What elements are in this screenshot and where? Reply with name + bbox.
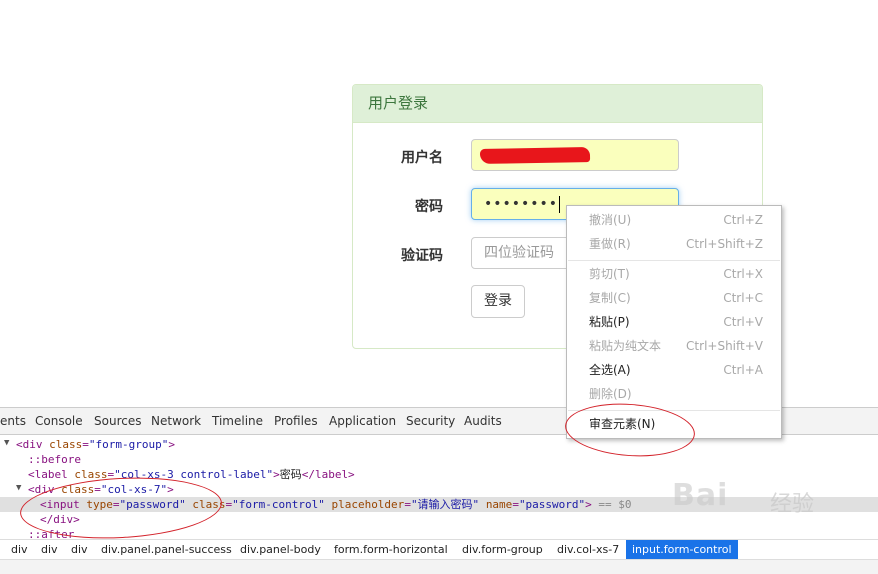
menu-item-shortcut: Ctrl+Z <box>723 213 763 227</box>
tab-console[interactable]: Console <box>35 408 83 435</box>
breadcrumb-item[interactable]: div <box>71 540 88 559</box>
pseudo-text: ::before <box>28 453 81 466</box>
menu-item-select-all[interactable]: 全选(A) Ctrl+A <box>567 358 781 382</box>
breadcrumb-item[interactable]: div.panel-body <box>240 540 321 559</box>
tag-text: <div <box>16 438 43 451</box>
menu-item-label: 重做(R) <box>589 237 631 251</box>
menu-separator <box>568 260 780 261</box>
tab-network[interactable]: Network <box>151 408 201 435</box>
username-label: 用户名 <box>401 150 443 166</box>
breadcrumb-item[interactable]: div.col-xs-7 <box>557 540 619 559</box>
attr-text: class <box>49 438 83 451</box>
breadcrumb-item[interactable]: div <box>41 540 58 559</box>
menu-item-shortcut: Ctrl+X <box>723 267 763 281</box>
dom-line-form-group[interactable]: <div class="form-group"> <box>0 437 878 452</box>
menu-item-shortcut: Ctrl+Shift+Z <box>686 237 763 251</box>
text-caret <box>559 195 561 213</box>
menu-item-label: 粘贴为纯文本 <box>589 339 662 353</box>
tag-text: </label> <box>301 468 355 481</box>
context-menu: 撤消(U) Ctrl+Z 重做(R) Ctrl+Shift+Z 剪切(T) Ctrl+… <box>566 205 782 439</box>
baidu-watermark-logo: Bai <box>672 478 729 513</box>
value-text: "form-group" <box>88 438 169 451</box>
breadcrumb: div div div div.panel.panel-success div.… <box>0 539 878 560</box>
selected-node-marker: == $0 <box>598 498 632 511</box>
tab-application[interactable]: Application <box>329 408 396 435</box>
menu-item-undo[interactable]: 撤消(U) Ctrl+Z <box>567 208 781 232</box>
dom-line-before[interactable]: ::before <box>0 452 878 467</box>
tab-audits[interactable]: Audits <box>464 408 502 435</box>
menu-item-paste[interactable]: 粘贴(P) Ctrl+V <box>567 310 781 334</box>
value-text: "password" <box>518 498 586 511</box>
tab-elements[interactable]: ents <box>0 408 26 435</box>
menu-item-shortcut: Ctrl+Shift+V <box>686 339 763 353</box>
menu-item-copy[interactable]: 复制(C) Ctrl+C <box>567 286 781 310</box>
baidu-watermark-text: 经验 <box>770 492 815 517</box>
panel-title: 用户登录 <box>353 85 762 123</box>
breadcrumb-item[interactable]: form.form-horizontal <box>334 540 448 559</box>
value-text: "form-control" <box>232 498 325 511</box>
tab-profiles[interactable]: Profiles <box>274 408 318 435</box>
value-text: "请输入密码" <box>410 498 480 511</box>
password-value: •••••••• <box>484 196 559 212</box>
login-button[interactable]: 登录 <box>471 285 525 318</box>
breadcrumb-item[interactable]: div.panel.panel-success <box>101 540 232 559</box>
label-text: 密码 <box>279 468 302 481</box>
menu-item-label: 剪切(T) <box>589 267 630 281</box>
password-label: 密码 <box>415 199 443 215</box>
attr-text: placeholder <box>331 498 405 511</box>
devtools-bottom-bar <box>0 559 878 574</box>
username-input[interactable] <box>471 139 679 171</box>
redaction-mark <box>479 147 591 164</box>
breadcrumb-item-active[interactable]: input.form-control <box>626 540 738 559</box>
tag-text: <label <box>28 468 68 481</box>
attr-text: name <box>485 498 513 511</box>
tab-security[interactable]: Security <box>406 408 455 435</box>
breadcrumb-item[interactable]: div.form-group <box>462 540 543 559</box>
menu-item-label: 删除(D) <box>589 387 632 401</box>
captcha-placeholder: 四位验证码 <box>484 245 554 261</box>
menu-item-redo[interactable]: 重做(R) Ctrl+Shift+Z <box>567 232 781 256</box>
menu-item-cut[interactable]: 剪切(T) Ctrl+X <box>567 262 781 286</box>
menu-item-paste-plain[interactable]: 粘贴为纯文本 Ctrl+Shift+V <box>567 334 781 358</box>
menu-item-label: 粘贴(P) <box>589 315 630 329</box>
menu-item-label: 复制(C) <box>589 291 631 305</box>
breadcrumb-item[interactable]: div <box>11 540 28 559</box>
captcha-label: 验证码 <box>401 248 443 264</box>
tab-sources[interactable]: Sources <box>94 408 141 435</box>
menu-item-label: 撤消(U) <box>589 213 632 227</box>
menu-item-shortcut: Ctrl+V <box>723 315 763 329</box>
menu-item-delete[interactable]: 删除(D) <box>567 382 781 406</box>
tab-timeline[interactable]: Timeline <box>212 408 263 435</box>
menu-item-shortcut: Ctrl+A <box>723 363 763 377</box>
menu-item-shortcut: Ctrl+C <box>723 291 763 305</box>
tag-text: > <box>168 438 175 451</box>
menu-item-label: 全选(A) <box>589 363 631 377</box>
